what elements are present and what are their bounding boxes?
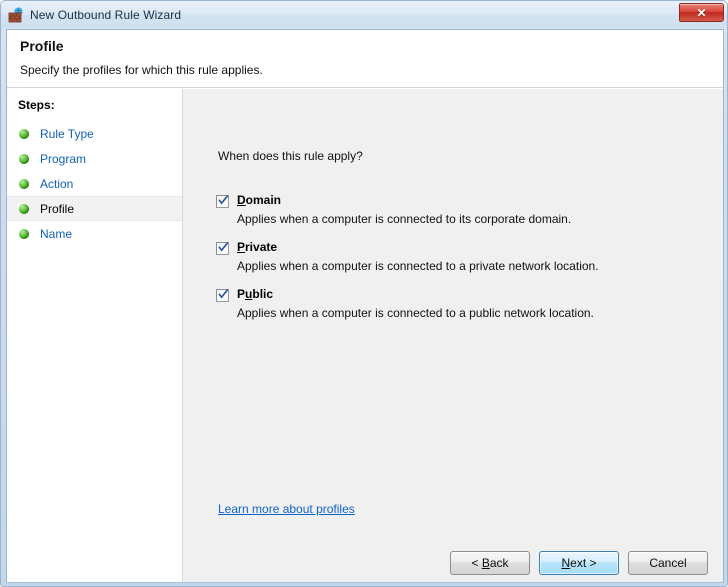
checkmark-icon [218, 289, 229, 299]
main-pane: When does this rule apply? Domain Applie… [184, 89, 723, 582]
green-orb-icon [19, 203, 29, 214]
cancel-button[interactable]: Cancel [628, 551, 708, 575]
checkmark-icon [218, 242, 229, 252]
option-domain-label: Domain [237, 193, 282, 207]
sidebar-item-label: Rule Type [40, 126, 94, 141]
checkbox-domain[interactable] [216, 195, 229, 208]
steps-sidebar: Steps: Rule Type Program Action Profile … [7, 89, 183, 582]
option-private: Private Applies when a computer is conne… [216, 240, 686, 273]
sidebar-item-label: Profile [40, 201, 75, 216]
steps-heading: Steps: [18, 98, 55, 112]
page-header: Profile Specify the profiles for which t… [7, 30, 723, 88]
green-orb-icon [19, 178, 29, 189]
button-bar: < Back Next > Cancel [184, 544, 723, 582]
cancel-button-label: Cancel [649, 556, 687, 570]
sidebar-item-profile[interactable]: Profile [7, 196, 182, 221]
back-button[interactable]: < Back [450, 551, 530, 575]
question-text: When does this rule apply? [218, 149, 363, 163]
option-public-row[interactable]: Public [216, 287, 686, 302]
steps-list: Rule Type Program Action Profile Name [7, 121, 182, 246]
sidebar-item-action[interactable]: Action [7, 171, 182, 196]
sidebar-item-name[interactable]: Name [7, 221, 182, 246]
option-domain-description: Applies when a computer is connected to … [237, 212, 572, 226]
page-subtitle: Specify the profiles for which this rule… [20, 63, 263, 77]
option-private-label: Private [237, 240, 278, 254]
checkbox-private[interactable] [216, 242, 229, 255]
close-button[interactable]: ✕ [679, 3, 724, 22]
learn-more-link[interactable]: Learn more about profiles [218, 502, 355, 516]
back-button-label: < Back [471, 556, 509, 570]
option-public-label: Public [237, 287, 274, 301]
wizard-window: New Outbound Rule Wizard ✕ Profile Speci… [0, 0, 728, 587]
option-private-row[interactable]: Private [216, 240, 686, 255]
sidebar-item-label: Name [40, 226, 73, 241]
sidebar-item-label: Program [40, 151, 87, 166]
body: Steps: Rule Type Program Action Profile … [7, 89, 723, 582]
option-private-description: Applies when a computer is connected to … [237, 259, 599, 273]
checkmark-icon [218, 195, 229, 205]
checkbox-public[interactable] [216, 289, 229, 302]
option-domain-row[interactable]: Domain [216, 193, 686, 208]
option-public-description: Applies when a computer is connected to … [237, 306, 594, 320]
sidebar-item-label: Action [40, 176, 74, 191]
next-button-label: Next > [561, 556, 597, 570]
green-orb-icon [19, 228, 29, 239]
sidebar-item-rule-type[interactable]: Rule Type [7, 121, 182, 146]
sidebar-item-program[interactable]: Program [7, 146, 182, 171]
page-title: Profile [20, 38, 64, 54]
close-icon: ✕ [696, 5, 707, 20]
profile-options: Domain Applies when a computer is connec… [216, 193, 686, 334]
next-button[interactable]: Next > [539, 551, 619, 575]
firewall-icon [8, 7, 24, 23]
window-title: New Outbound Rule Wizard [30, 7, 182, 22]
option-public: Public Applies when a computer is connec… [216, 287, 686, 320]
client-area: Profile Specify the profiles for which t… [6, 29, 724, 583]
green-orb-icon [19, 128, 29, 139]
green-orb-icon [19, 153, 29, 164]
button-row: < Back Next > Cancel [450, 551, 708, 575]
option-domain: Domain Applies when a computer is connec… [216, 193, 686, 226]
title-bar: New Outbound Rule Wizard ✕ [1, 1, 727, 28]
